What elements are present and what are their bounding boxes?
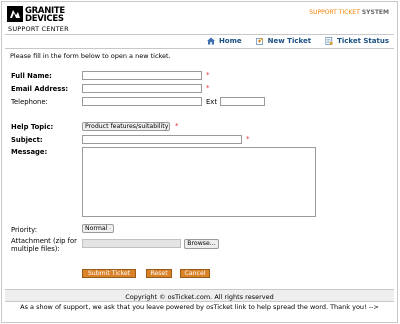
phone-ext-input[interactable] [220, 97, 265, 106]
attachment-label-line1: Attachment (zip for [11, 237, 77, 245]
priority-select[interactable]: Normal [82, 224, 114, 233]
form-intro: Please fill in the form below to open a … [10, 52, 171, 60]
help-topic-required-mark: * [175, 122, 179, 130]
cancel-button[interactable]: Cancel [180, 269, 210, 278]
subject-label: Subject: [11, 136, 43, 144]
nav-new-ticket[interactable]: New Ticket [255, 37, 312, 45]
copyright-text: Copyright © osTicket.com. All rights res… [125, 293, 274, 301]
fullname-required-mark: * [206, 71, 210, 79]
message-label: Message: [11, 148, 48, 156]
browse-button[interactable]: Browse... [184, 239, 219, 249]
page-frame: GRANITE DEVICES SUPPORT CENTER SUPPORT T… [1, 1, 398, 323]
phone-label: Telephone: [11, 98, 48, 106]
help-topic-label: Help Topic: [11, 123, 54, 131]
logo-text-line2: DEVICES [25, 14, 64, 24]
company-logo: GRANITE DEVICES SUPPORT CENTER [7, 6, 69, 34]
system-title: SUPPORT TICKET SYSTEM [309, 9, 389, 16]
nav-new-ticket-label: New Ticket [267, 37, 312, 45]
help-topic-value: Product features/suitability [85, 123, 169, 130]
attachment-file-field[interactable] [82, 239, 181, 248]
phone-input[interactable] [82, 97, 202, 106]
email-input[interactable] [82, 84, 202, 93]
support-note: As a show of support, we ask that you le… [20, 303, 379, 311]
header-divider [5, 34, 394, 35]
email-label: Email Address: [11, 85, 69, 93]
system-title-highlight: SUPPORT TICKET [309, 9, 360, 16]
granite-logo-mark-icon [7, 6, 23, 22]
logo-subtitle: SUPPORT CENTER [8, 25, 69, 33]
message-textarea[interactable] [82, 147, 316, 217]
subject-required-mark: * [246, 135, 250, 143]
nav-divider [5, 48, 394, 49]
new-ticket-icon [255, 37, 264, 45]
priority-label: Priority: [11, 226, 37, 234]
email-required-mark: * [206, 84, 210, 92]
help-topic-select[interactable]: Product features/suitability [82, 122, 170, 131]
top-nav: Home New Ticket Ticket Status [206, 37, 389, 45]
footer-divider-bottom [5, 301, 394, 302]
attachment-label-line2: multiple files): [11, 245, 60, 253]
nav-ticket-status-label: Ticket Status [337, 37, 389, 45]
ticket-status-icon [325, 37, 333, 45]
phone-ext-label: Ext [206, 98, 217, 106]
nav-home[interactable]: Home [206, 37, 242, 45]
reset-button[interactable]: Reset [146, 269, 172, 278]
priority-value: Normal [85, 225, 108, 232]
nav-ticket-status[interactable]: Ticket Status [325, 37, 389, 45]
fullname-input[interactable] [82, 71, 202, 80]
submit-ticket-button[interactable]: Submit Ticket [82, 269, 136, 278]
fullname-label: Full Name: [11, 72, 52, 80]
nav-home-label: Home [218, 37, 242, 45]
chevron-down-icon [109, 228, 111, 230]
subject-input[interactable] [82, 135, 242, 144]
home-icon [206, 37, 215, 45]
system-title-rest: SYSTEM [359, 9, 389, 16]
